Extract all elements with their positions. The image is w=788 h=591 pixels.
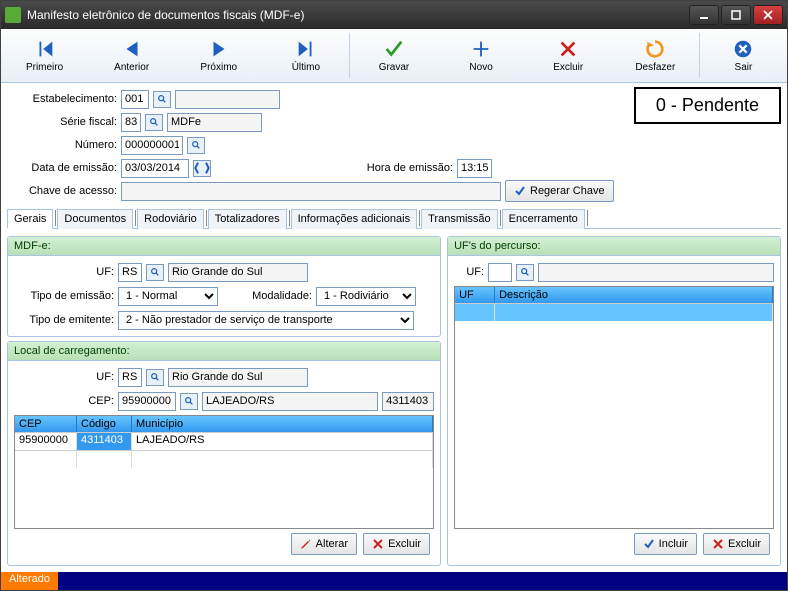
percurso-uf-desc (538, 263, 774, 282)
local-uf-desc (168, 368, 308, 387)
local-cep-label: CEP: (14, 395, 114, 407)
tab-documentos[interactable]: Documentos (57, 209, 133, 229)
last-button[interactable]: Último (264, 31, 347, 80)
status-alterado: Alterado (1, 572, 58, 590)
minimize-button[interactable] (689, 5, 719, 25)
col-perc-uf: UF (455, 287, 495, 303)
maximize-button[interactable] (721, 5, 751, 25)
local-uf-field[interactable] (118, 368, 142, 387)
local-excluir-button[interactable]: Excluir (363, 533, 430, 555)
tipo-emitente-select[interactable]: 2 - Não prestador de serviço de transpor… (118, 311, 414, 330)
numero-label: Número: (7, 139, 117, 151)
tab-transmissao[interactable]: Transmissão (421, 209, 498, 229)
regerar-chave-button[interactable]: Regerar Chave (505, 180, 614, 202)
new-button[interactable]: Novo (440, 31, 523, 80)
local-cep-field[interactable] (118, 392, 176, 411)
modalidade-select[interactable]: 1 - Rodiviário (316, 287, 416, 306)
percurso-uf-lookup-icon[interactable] (516, 264, 534, 281)
statusbar: Alterado (1, 572, 787, 590)
next-button[interactable]: Próximo (177, 31, 260, 80)
mdfe-uf-desc (168, 263, 308, 282)
toolbar: Primeiro Anterior Próximo Último Gravar … (1, 29, 787, 83)
local-grid[interactable]: CEP Código Município 95900000 4311403 LA… (14, 415, 434, 529)
percurso-group: UF's do percurso: UF: UF Descrição (447, 236, 781, 566)
titlebar: Manifesto eletrônico de documentos fisca… (1, 1, 787, 29)
window-title: Manifesto eletrônico de documentos fisca… (27, 8, 687, 22)
col-cep: CEP (15, 416, 77, 432)
mdfe-uf-lookup-icon[interactable] (146, 264, 164, 281)
estabelecimento-field[interactable] (121, 90, 149, 109)
estabelecimento-lookup-icon[interactable] (153, 91, 171, 108)
serie-label: Série fiscal: (7, 116, 117, 128)
estabelecimento-label: Estabelecimento: (7, 93, 117, 105)
chave-label: Chave de acesso: (7, 185, 117, 197)
tipo-emitente-label: Tipo de emitente: (14, 314, 114, 326)
numero-field[interactable] (121, 136, 183, 155)
numero-lookup-icon[interactable] (187, 137, 205, 154)
chave-field (121, 182, 501, 201)
local-group-title: Local de carregamento: (8, 342, 440, 361)
local-uf-lookup-icon[interactable] (146, 369, 164, 386)
local-uf-label: UF: (14, 371, 114, 383)
tab-gerais[interactable]: Gerais (7, 209, 53, 229)
table-row[interactable] (15, 450, 433, 468)
incluir-button[interactable]: Incluir (634, 533, 697, 555)
data-emissao-field[interactable] (121, 159, 189, 178)
estabelecimento-desc (175, 90, 280, 109)
exit-button[interactable]: Sair (702, 31, 785, 80)
tipo-emissao-label: Tipo de emissão: (14, 290, 114, 302)
percurso-grid[interactable]: UF Descrição (454, 286, 774, 529)
local-cep-lookup-icon[interactable] (180, 393, 198, 410)
status-badge: 0 - Pendente (634, 87, 781, 124)
mdfe-uf-field[interactable] (118, 263, 142, 282)
tab-encerramento[interactable]: Encerramento (502, 209, 585, 229)
hora-label: Hora de emissão: (367, 162, 453, 174)
hora-field[interactable] (457, 159, 492, 178)
serie-lookup-icon[interactable] (145, 114, 163, 131)
save-button[interactable]: Gravar (352, 31, 435, 80)
serie-desc (167, 113, 262, 132)
alterar-button[interactable]: Alterar (291, 533, 357, 555)
mdfe-group: MDF-e: UF: Tipo de emissão: 1 - Normal M… (7, 236, 441, 337)
col-municipio: Município (132, 416, 433, 432)
percurso-excluir-button[interactable]: Excluir (703, 533, 770, 555)
percurso-uf-label: UF: (454, 266, 484, 278)
col-perc-desc: Descrição (495, 287, 773, 303)
percurso-group-title: UF's do percurso: (448, 237, 780, 256)
tabs: Gerais Documentos Rodoviário Totalizador… (7, 208, 781, 229)
serie-field[interactable] (121, 113, 141, 132)
percurso-uf-field[interactable] (488, 263, 512, 282)
mdfe-group-title: MDF-e: (8, 237, 440, 256)
first-button[interactable]: Primeiro (3, 31, 86, 80)
table-row[interactable] (455, 303, 773, 321)
col-codigo: Código (77, 416, 132, 432)
app-window: Manifesto eletrônico de documentos fisca… (0, 0, 788, 591)
app-icon (5, 7, 21, 23)
tab-rodoviario[interactable]: Rodoviário (137, 209, 204, 229)
local-cep-desc (202, 392, 378, 411)
data-emissao-label: Data de emissão: (7, 162, 117, 174)
table-row[interactable]: 95900000 4311403 LAJEADO/RS (15, 432, 433, 450)
modalidade-label: Modalidade: (232, 290, 312, 302)
close-button[interactable] (753, 5, 783, 25)
undo-button[interactable]: Desfazer (614, 31, 697, 80)
tab-info-adicionais[interactable]: Informações adicionais (291, 209, 418, 229)
local-group: Local de carregamento: UF: CEP: (7, 341, 441, 566)
tipo-emissao-select[interactable]: 1 - Normal (118, 287, 218, 306)
delete-button[interactable]: Excluir (527, 31, 610, 80)
previous-button[interactable]: Anterior (90, 31, 173, 80)
mdfe-uf-label: UF: (14, 266, 114, 278)
tab-totalizadores[interactable]: Totalizadores (208, 209, 287, 229)
local-cep-code (382, 392, 434, 411)
date-spinner-icon[interactable] (193, 160, 211, 177)
